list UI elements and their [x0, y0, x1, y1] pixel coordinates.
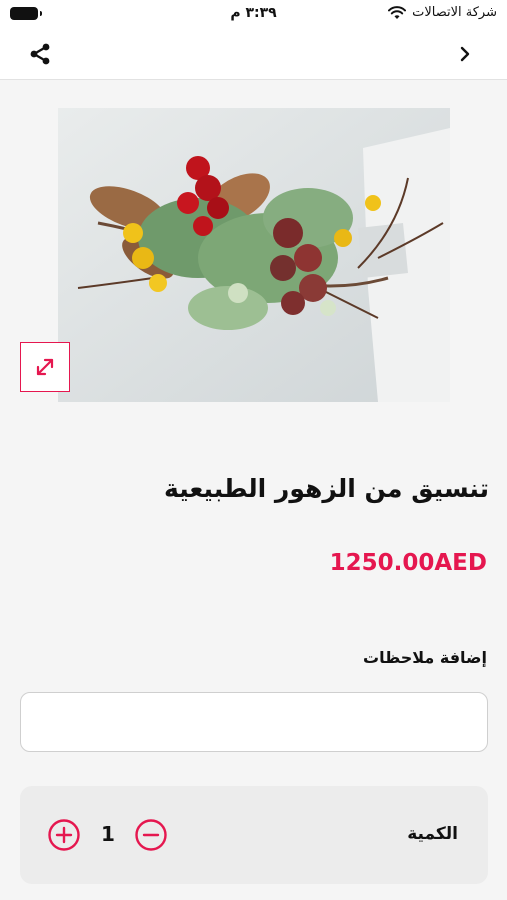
quantity-decrease-button[interactable] — [134, 818, 168, 852]
product-title: تنسيق من الزهور الطبيعية — [164, 474, 489, 503]
notes-label: إضافة ملاحظات — [363, 648, 487, 667]
carrier-name: شركة الاتصالات — [412, 5, 497, 20]
minus-circle-icon — [135, 819, 167, 851]
quantity-increase-button[interactable] — [47, 818, 81, 852]
wifi-icon — [388, 5, 407, 19]
status-bar: ٣:٣٩ م شركة الاتصالات — [0, 0, 507, 28]
quantity-value: 1 — [101, 822, 115, 846]
expand-image-button[interactable] — [20, 342, 70, 392]
product-price: 1250.00AED — [329, 550, 487, 576]
flower-arrangement-photo — [58, 108, 450, 402]
status-carrier: شركة الاتصالات — [388, 5, 497, 20]
product-image[interactable] — [58, 108, 450, 402]
quantity-card: الكمية 1 — [20, 786, 488, 884]
share-icon — [30, 43, 50, 65]
expand-icon — [36, 358, 54, 376]
back-button[interactable] — [453, 40, 477, 68]
chevron-right-icon — [460, 46, 470, 62]
quantity-label: الكمية — [407, 824, 458, 844]
notes-input[interactable] — [20, 692, 488, 752]
plus-circle-icon — [48, 819, 80, 851]
nav-bar — [0, 28, 507, 80]
share-button[interactable] — [26, 40, 54, 68]
